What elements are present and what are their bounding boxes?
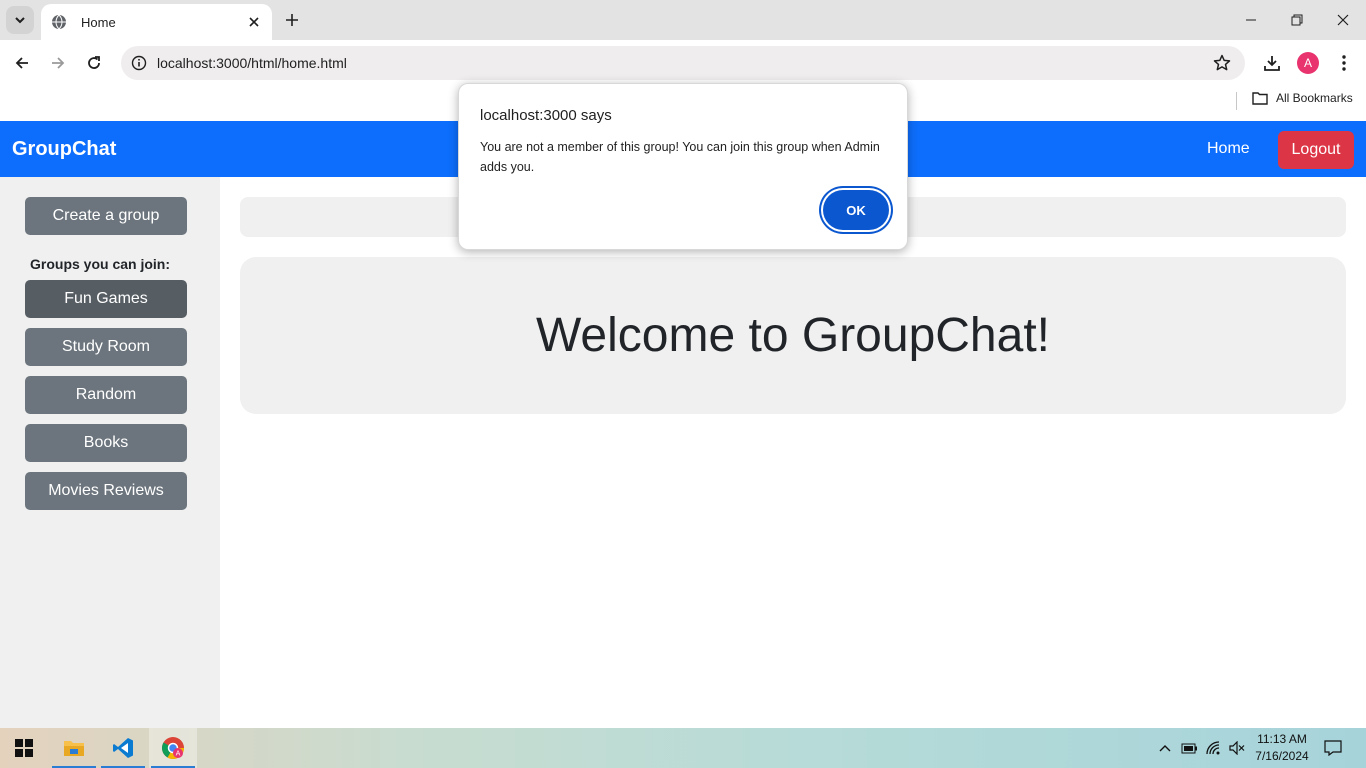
all-bookmarks-label: All Bookmarks xyxy=(1276,91,1353,105)
reload-icon xyxy=(88,56,100,69)
volume-muted-icon[interactable] xyxy=(1228,739,1246,757)
browser-tab-home[interactable]: Home xyxy=(41,4,272,40)
groups-label: Groups you can join: xyxy=(30,256,171,272)
forward-button[interactable] xyxy=(44,49,72,77)
browser-menu-button[interactable] xyxy=(1330,49,1358,77)
arrow-left-icon xyxy=(15,57,28,69)
address-bar[interactable]: localhost:3000/html/home.html xyxy=(121,46,1245,80)
group-button-fun-games[interactable]: Fun Games xyxy=(25,280,187,318)
back-button[interactable] xyxy=(8,49,36,77)
globe-icon xyxy=(51,14,67,30)
url-text: localhost:3000/html/home.html xyxy=(157,55,347,71)
group-button-movies-reviews[interactable]: Movies Reviews xyxy=(25,472,187,510)
minimize-button[interactable] xyxy=(1228,0,1274,40)
all-bookmarks-button[interactable]: All Bookmarks xyxy=(1252,91,1353,105)
clock-time: 11:13 AM xyxy=(1257,732,1307,746)
download-icon xyxy=(1264,56,1280,71)
group-button-random[interactable]: Random xyxy=(25,376,187,414)
taskbar-chrome[interactable]: A xyxy=(149,728,197,768)
battery-icon[interactable] xyxy=(1180,739,1198,757)
dialog-title: localhost:3000 says xyxy=(480,107,612,124)
bookmark-star-icon[interactable] xyxy=(1213,54,1231,72)
plus-icon xyxy=(286,14,298,26)
browser-toolbar: localhost:3000/html/home.html A xyxy=(0,40,1366,86)
close-icon xyxy=(1337,14,1349,26)
brand-logo[interactable]: GroupChat xyxy=(12,138,116,161)
logout-button[interactable]: Logout xyxy=(1278,131,1354,169)
close-tab-icon[interactable] xyxy=(246,14,262,30)
browser-tabstrip: Home xyxy=(0,0,1366,40)
tab-search-button[interactable] xyxy=(6,6,34,34)
dialog-message: You are not a member of this group! You … xyxy=(480,140,880,174)
group-button-study-room[interactable]: Study Room xyxy=(25,328,187,366)
more-vert-icon xyxy=(1342,55,1346,71)
chevron-down-icon xyxy=(15,17,25,24)
clock-date: 7/16/2024 xyxy=(1255,749,1309,763)
downloads-button[interactable] xyxy=(1258,49,1286,77)
bookmarks-separator xyxy=(1236,92,1237,110)
profile-avatar[interactable]: A xyxy=(1297,52,1319,74)
close-window-button[interactable] xyxy=(1320,0,1366,40)
welcome-heading: Welcome to GroupChat! xyxy=(535,309,1050,362)
start-button[interactable] xyxy=(0,728,48,768)
chrome-icon: A xyxy=(162,737,184,759)
minimize-icon xyxy=(1246,19,1256,21)
nav-home-link[interactable]: Home xyxy=(1207,140,1250,158)
dialog-ok-button[interactable]: OK xyxy=(823,190,889,230)
notifications-icon[interactable] xyxy=(1324,739,1342,757)
restore-button[interactable] xyxy=(1274,0,1320,40)
restore-icon xyxy=(1291,14,1303,26)
reload-button[interactable] xyxy=(80,49,108,77)
sidebar: Create a group Groups you can join: Fun … xyxy=(0,177,220,728)
taskbar-clock[interactable]: 11:13 AM 7/16/2024 xyxy=(1254,731,1310,765)
network-icon[interactable] xyxy=(1205,739,1223,757)
create-group-button[interactable]: Create a group xyxy=(25,197,187,235)
welcome-panel: Welcome to GroupChat! xyxy=(240,257,1346,414)
folder-icon xyxy=(1252,92,1268,105)
windows-icon xyxy=(15,739,33,757)
alert-dialog: localhost:3000 says You are not a member… xyxy=(458,83,908,250)
tab-title: Home xyxy=(81,14,116,30)
folder-icon xyxy=(64,741,84,756)
vscode-icon xyxy=(113,738,133,758)
new-tab-button[interactable] xyxy=(281,9,303,31)
svg-text:A: A xyxy=(176,750,181,758)
taskbar-vscode[interactable] xyxy=(99,728,147,768)
group-button-books[interactable]: Books xyxy=(25,424,187,462)
taskbar: A 11:13 AM 7/16/2024 xyxy=(0,728,1366,768)
site-info-icon[interactable] xyxy=(131,55,147,71)
tray-chevron-up-icon[interactable] xyxy=(1156,739,1174,757)
arrow-right-icon xyxy=(52,57,65,69)
taskbar-file-explorer[interactable] xyxy=(50,728,98,768)
